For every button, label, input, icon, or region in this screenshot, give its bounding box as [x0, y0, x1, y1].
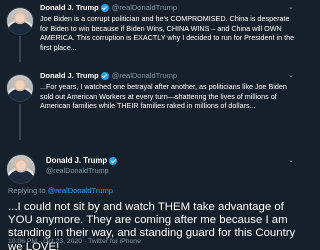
tweet-text: Joe Biden is a corrupt politician and he…: [40, 14, 295, 52]
reply-context: Replying to @realDonaldTrump: [8, 186, 113, 195]
display-name[interactable]: Donald J. Trump: [40, 3, 99, 12]
tweet-1-header: Donald J. Trump @realDonaldTrump: [40, 3, 177, 12]
display-name[interactable]: Donald J. Trump: [40, 71, 99, 80]
reply-prefix: Replying to: [8, 186, 46, 195]
chevron-down-icon[interactable]: ⌄: [288, 156, 294, 164]
avatar[interactable]: [6, 74, 34, 102]
chevron-down-icon[interactable]: ⌄: [288, 3, 294, 11]
reply-mention-link[interactable]: @realDonaldTrump: [48, 186, 113, 195]
avatar[interactable]: [6, 7, 34, 35]
handle[interactable]: @realDonaldTrump: [112, 3, 177, 12]
chevron-down-icon[interactable]: ⌄: [288, 71, 294, 79]
thread-line: [19, 104, 21, 140]
handle[interactable]: @realDonaldTrump: [112, 71, 177, 80]
main-tweet-header: Donald J. Trump: [46, 156, 118, 165]
verified-badge-icon: [109, 156, 118, 165]
verified-badge-icon: [100, 3, 109, 12]
thread-line: [19, 36, 21, 62]
avatar[interactable]: [6, 154, 36, 184]
tweet-timestamp[interactable]: 10:06 PM · Oct 23, 2020 · Twitter for iP…: [8, 238, 141, 245]
handle[interactable]: @realDonaldTrump: [46, 166, 109, 175]
tweet-2-header: Donald J. Trump @realDonaldTrump: [40, 71, 177, 80]
tweet-text: ...For years, I watched one betrayal aft…: [40, 82, 287, 110]
verified-badge-icon: [100, 71, 109, 80]
display-name[interactable]: Donald J. Trump: [46, 156, 107, 165]
